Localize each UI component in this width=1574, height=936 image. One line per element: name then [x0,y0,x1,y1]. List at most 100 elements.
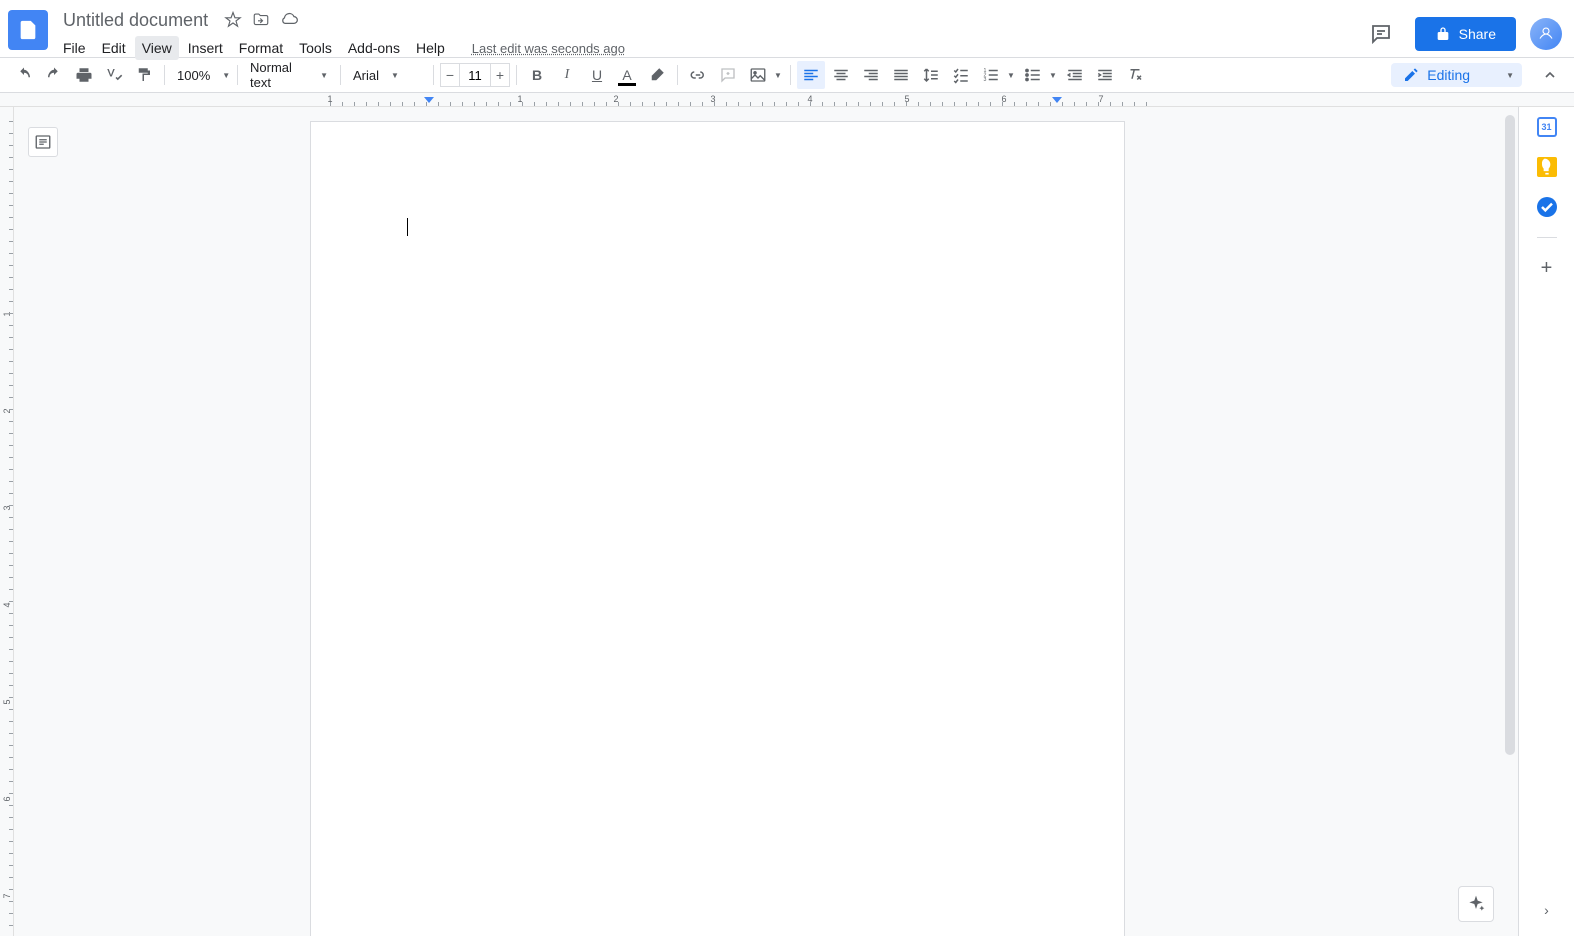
highlight-color-button[interactable] [643,61,671,89]
text-color-button[interactable]: A [613,61,641,89]
vertical-ruler[interactable]: 1234567 [0,107,14,936]
spellcheck-icon [105,66,123,84]
insert-comment-button[interactable] [714,61,742,89]
menu-insert[interactable]: Insert [181,36,230,60]
align-left-button[interactable] [797,61,825,89]
align-center-icon [832,66,850,84]
text-color-icon: A [622,67,631,83]
title-row: Untitled document [56,8,1361,32]
cloud-icon [279,10,299,30]
undo-button[interactable] [10,61,38,89]
add-comment-icon [719,66,737,84]
checklist-button[interactable] [947,61,975,89]
align-right-button[interactable] [857,61,885,89]
tasks-app-button[interactable] [1537,197,1557,217]
cloud-status-button[interactable] [279,10,299,30]
document-title-input[interactable]: Untitled document [56,7,215,34]
account-avatar[interactable] [1530,18,1562,50]
font-family-select[interactable]: Arial▼ [347,63,427,87]
menu-help[interactable]: Help [409,36,452,60]
keep-app-button[interactable] [1537,157,1557,177]
horizontal-ruler[interactable]: 11234567 [0,93,1574,107]
text-cursor [407,218,408,236]
print-icon [75,66,93,84]
show-comments-button[interactable] [1361,14,1401,54]
menu-view[interactable]: View [135,36,179,60]
mode-label: Editing [1427,67,1470,83]
tasks-icon [1537,197,1557,217]
insert-link-button[interactable] [684,61,712,89]
move-button[interactable] [251,10,271,30]
menu-file[interactable]: File [56,36,93,60]
paragraph-style-select[interactable]: Normal text▼ [244,63,334,87]
spellcheck-button[interactable] [100,61,128,89]
chevron-down-icon: ▼ [1005,61,1017,89]
lock-icon [1435,26,1451,42]
italic-icon: I [565,67,570,83]
font-size-input[interactable] [460,63,490,87]
collapse-side-panel-button[interactable]: › [1535,898,1559,922]
line-spacing-button[interactable] [917,61,945,89]
editing-mode-button[interactable]: Editing ▼ [1391,63,1522,87]
bold-button[interactable]: B [523,61,551,89]
decrease-font-size-button[interactable]: − [440,63,460,87]
menu-edit[interactable]: Edit [95,36,133,60]
bulleted-list-icon [1024,66,1042,84]
right-margin-marker[interactable] [1052,97,1062,103]
document-outline-button[interactable] [28,127,58,157]
ruler-number: 1 [2,308,12,320]
star-icon [224,11,242,29]
image-icon [749,66,767,84]
menu-format[interactable]: Format [232,36,290,60]
increase-indent-button[interactable] [1091,61,1119,89]
chevron-down-icon: ▼ [391,71,399,80]
share-button[interactable]: Share [1415,17,1516,51]
underline-button[interactable]: U [583,61,611,89]
separator [237,65,238,85]
increase-font-size-button[interactable]: + [490,63,510,87]
highlighter-icon [648,66,666,84]
avatar-icon [1537,25,1555,43]
svg-text:3: 3 [984,77,987,83]
document-icon [17,16,39,44]
italic-button[interactable]: I [553,61,581,89]
clear-formatting-button[interactable] [1121,61,1149,89]
paint-format-button[interactable] [130,61,158,89]
calendar-app-button[interactable]: 31 [1537,117,1557,137]
zoom-select[interactable]: 100%▼ [171,63,231,87]
numbered-list-button[interactable]: 123 ▼ [977,61,1017,89]
decrease-indent-button[interactable] [1061,61,1089,89]
last-edit-link[interactable]: Last edit was seconds ago [472,41,625,56]
print-button[interactable] [70,61,98,89]
increase-indent-icon [1096,66,1114,84]
canvas-area [14,107,1518,936]
left-margin-marker[interactable] [424,97,434,103]
menu-tools[interactable]: Tools [292,36,339,60]
star-button[interactable] [223,10,243,30]
workspace: 1234567 31 + › [0,107,1574,936]
clear-format-icon [1126,66,1144,84]
chevron-down-icon: ▼ [772,61,784,89]
side-panel: 31 + › [1518,107,1574,936]
docs-logo[interactable] [8,10,48,50]
separator [340,65,341,85]
redo-button[interactable] [40,61,68,89]
share-label: Share [1459,26,1496,42]
align-center-button[interactable] [827,61,855,89]
explore-button[interactable] [1458,886,1494,922]
insert-image-button[interactable]: ▼ [744,61,784,89]
vertical-scrollbar[interactable] [1505,115,1515,755]
menu-addons[interactable]: Add-ons [341,36,407,60]
collapse-toolbar-button[interactable] [1536,61,1564,89]
toolbar: 100%▼ Normal text▼ Arial▼ − + B I U A ▼ … [0,57,1574,93]
separator [677,65,678,85]
align-justify-button[interactable] [887,61,915,89]
link-icon [689,66,707,84]
checklist-icon [952,66,970,84]
ruler-number: 2 [2,405,12,417]
bulleted-list-button[interactable]: ▼ [1019,61,1059,89]
document-page[interactable] [310,121,1125,936]
undo-icon [15,66,33,84]
get-addons-button[interactable]: + [1537,258,1557,278]
ruler-number: 7 [1098,94,1103,104]
